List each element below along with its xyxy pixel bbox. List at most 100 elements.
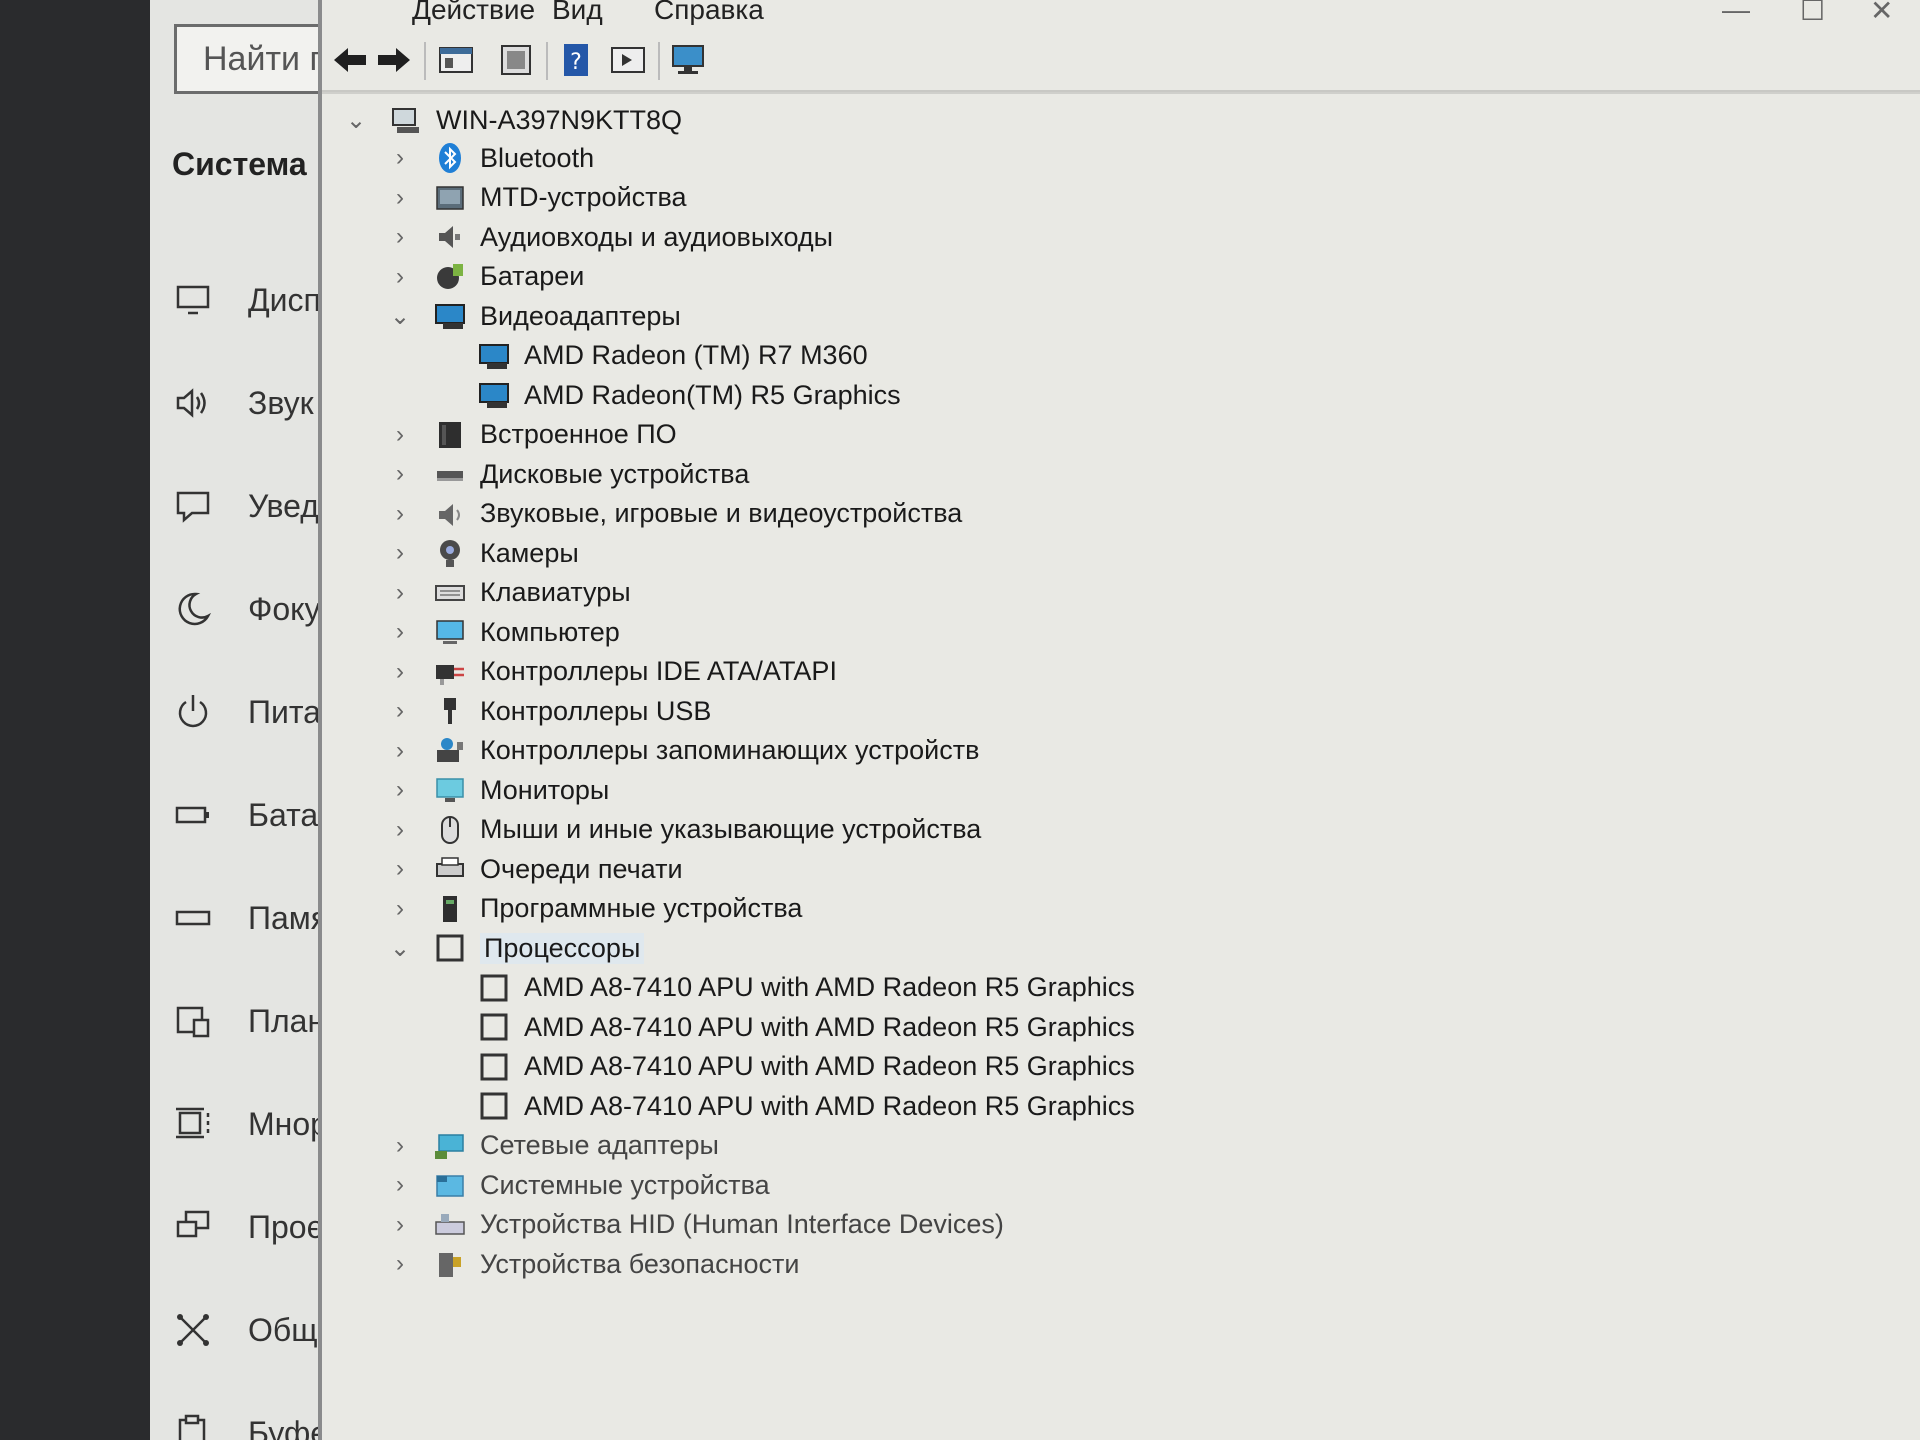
chevron-right-icon[interactable]: ›	[388, 1132, 412, 1160]
chevron-right-icon[interactable]: ›	[388, 776, 412, 804]
chevron-down-icon[interactable]: ⌄	[344, 106, 368, 135]
settings-nav-label: Фоку	[248, 590, 321, 627]
tree-category[interactable]: › Клавиатуры	[388, 575, 631, 611]
tree-item-label: Системные устройства	[480, 1169, 770, 1200]
settings-nav-label: Мнор	[248, 1105, 328, 1142]
settings-nav-item[interactable]: Памя	[172, 888, 330, 948]
chevron-right-icon[interactable]: ›	[388, 895, 412, 923]
monitor-icon	[430, 772, 470, 808]
chevron-right-icon[interactable]: ›	[388, 263, 412, 291]
computer-icon	[430, 614, 470, 650]
tree-category[interactable]: › Bluetooth	[388, 140, 594, 176]
tree-device[interactable]: AMD Radeon(TM) R5 Graphics	[432, 377, 901, 413]
chevron-right-icon[interactable]: ›	[388, 223, 412, 251]
settings-nav-item[interactable]: План	[172, 991, 330, 1051]
tree-item-label: Программные устройства	[480, 893, 803, 923]
settings-nav-item[interactable]: Пита	[172, 682, 330, 742]
settings-nav-item[interactable]: Батар	[172, 785, 330, 845]
chevron-right-icon[interactable]: ›	[388, 658, 412, 686]
chevron-right-icon[interactable]: ›	[388, 816, 412, 844]
chevron-right-icon[interactable]: ›	[388, 579, 412, 607]
tree-item-label: Устройства HID (Human Interface Devices)	[480, 1209, 1004, 1239]
chevron-right-icon[interactable]: ›	[388, 1171, 412, 1199]
tree-device[interactable]: AMD A8-7410 APU with AMD Radeon R5 Graph…	[432, 1049, 1135, 1085]
tree-item-label: Аудиовходы и аудиовыходы	[480, 221, 834, 252]
view-icon[interactable]	[606, 38, 650, 82]
tree-category[interactable]: › Мыши и иные указывающие устройства	[388, 812, 981, 848]
chevron-down-icon[interactable]: ⌄	[388, 302, 412, 331]
settings-nav-item[interactable]: Проє	[172, 1197, 330, 1257]
chevron-right-icon[interactable]: ›	[388, 460, 412, 488]
printer-icon	[430, 851, 470, 887]
settings-nav-item[interactable]: Звук	[172, 373, 330, 433]
chevron-right-icon[interactable]: ›	[388, 1250, 412, 1278]
tree-category[interactable]: › Контроллеры IDE ATA/ATAPI	[388, 654, 837, 690]
toolbar: ?	[322, 28, 1920, 92]
chevron-right-icon[interactable]: ›	[388, 1211, 412, 1239]
help-icon[interactable]: ?	[554, 38, 598, 82]
tree-category[interactable]: › Контроллеры USB	[388, 693, 711, 729]
tree-item-label: Встроенное ПО	[480, 419, 677, 449]
settings-nav-item[interactable]: Буфе	[172, 1403, 330, 1440]
tree-category[interactable]: › Компьютер	[388, 614, 620, 650]
tree-category[interactable]: › Дисковые устройства	[388, 456, 749, 492]
menu-action[interactable]: Действие	[412, 0, 535, 26]
power-icon	[178, 695, 208, 728]
tree-category[interactable]: › Сетевые адаптеры	[388, 1128, 719, 1164]
chevron-down-icon[interactable]: ⌄	[388, 934, 412, 963]
tree-item-label: Контроллеры запоминающих устройств	[480, 735, 980, 765]
tree-category[interactable]: › Звуковые, игровые и видеоустройства	[388, 496, 962, 532]
tree-category[interactable]: › MTD-устройства	[388, 180, 687, 216]
chevron-right-icon[interactable]: ›	[388, 618, 412, 646]
settings-nav-item[interactable]: Дисп	[172, 270, 330, 330]
close-button[interactable]: ✕	[1870, 0, 1893, 27]
tree-category[interactable]: › Контроллеры запоминающих устройств	[388, 733, 979, 769]
tree-category[interactable]: › Аудиовходы и аудиовыходы	[388, 219, 833, 255]
chevron-right-icon[interactable]: ›	[388, 421, 412, 449]
settings-nav-item[interactable]: Мнор	[172, 1094, 330, 1154]
tree-device[interactable]: AMD A8-7410 APU with AMD Radeon R5 Graph…	[432, 1009, 1135, 1045]
minimize-button[interactable]: —	[1722, 0, 1750, 26]
tree-item-label: Сетевые адаптеры	[480, 1130, 719, 1160]
tree-category[interactable]: › Очереди печати	[388, 851, 683, 887]
tree-item-label: AMD A8-7410 APU with AMD Radeon R5 Graph…	[524, 1051, 1135, 1081]
tree-category[interactable]: › Системные устройства	[388, 1167, 770, 1203]
chevron-right-icon[interactable]: ›	[388, 500, 412, 528]
tree-category[interactable]: ⌄ Процессоры	[388, 930, 645, 966]
settings-search-input[interactable]: Найти п	[174, 24, 330, 94]
processor-icon	[474, 1049, 514, 1085]
chevron-right-icon[interactable]: ›	[388, 737, 412, 765]
chevron-right-icon[interactable]: ›	[388, 855, 412, 883]
settings-nav-label: Проє	[248, 1208, 323, 1245]
display-adapter-icon	[430, 298, 470, 334]
tree-category[interactable]: › Мониторы	[388, 772, 609, 808]
chevron-right-icon[interactable]: ›	[388, 144, 412, 172]
chevron-right-icon[interactable]: ›	[388, 697, 412, 725]
forward-arrow-icon[interactable]	[372, 38, 416, 82]
settings-nav-item[interactable]: Увед	[172, 476, 330, 536]
tree-category[interactable]: › Устройства HID (Human Interface Devices…	[388, 1207, 1004, 1243]
menu-help[interactable]: Справка	[654, 0, 764, 26]
chevron-right-icon[interactable]: ›	[388, 539, 412, 567]
tree-device[interactable]: AMD A8-7410 APU with AMD Radeon R5 Graph…	[432, 1088, 1135, 1124]
tree-category[interactable]: › Камеры	[388, 535, 579, 571]
tree-device[interactable]: AMD A8-7410 APU with AMD Radeon R5 Graph…	[432, 970, 1135, 1006]
tree-root[interactable]: ⌄ WIN-A397N9KTT8Q	[344, 102, 682, 138]
settings-nav-item[interactable]: Общ	[172, 1300, 330, 1360]
menu-view[interactable]: Вид	[552, 0, 603, 26]
tree-category[interactable]: ⌄ Видеоадаптеры	[388, 298, 681, 334]
properties-icon[interactable]	[434, 38, 478, 82]
tree-category[interactable]: › Устройства безопасности	[388, 1246, 799, 1282]
settings-nav-item[interactable]: Фоку	[172, 579, 330, 639]
back-arrow-icon[interactable]	[328, 38, 372, 82]
monitor-icon[interactable]	[666, 38, 710, 82]
tree-item-label: AMD A8-7410 APU with AMD Radeon R5 Graph…	[524, 1090, 1135, 1121]
update-driver-icon[interactable]	[494, 38, 538, 82]
tree-category[interactable]: › Батареи	[388, 259, 584, 295]
tree-device[interactable]: AMD Radeon (TM) R7 M360	[432, 338, 868, 374]
settings-nav-label: Дисп	[248, 281, 321, 318]
maximize-button[interactable]: ☐	[1800, 0, 1825, 27]
tree-category[interactable]: › Встроенное ПО	[388, 417, 677, 453]
tree-category[interactable]: › Программные устройства	[388, 891, 802, 927]
chevron-right-icon[interactable]: ›	[388, 184, 412, 212]
